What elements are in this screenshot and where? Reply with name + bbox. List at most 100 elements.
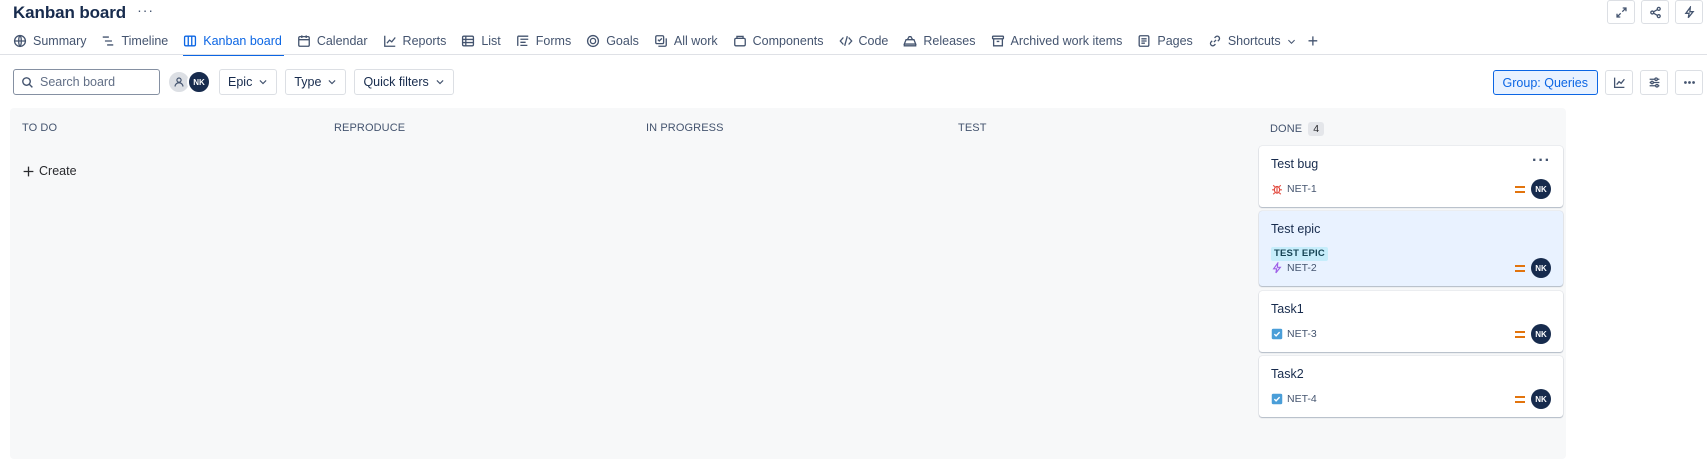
- tab-forms[interactable]: Forms: [516, 28, 571, 54]
- tab-label: Shortcuts: [1227, 34, 1281, 48]
- tab-all-work[interactable]: All work: [654, 28, 718, 54]
- components-icon: [733, 35, 746, 47]
- calendar-icon: [297, 35, 310, 47]
- tab-reports[interactable]: Reports: [383, 28, 447, 54]
- card-footer: NET-3 NK: [1271, 324, 1551, 344]
- assignee-filter: NK: [167, 70, 211, 94]
- group-by-button[interactable]: Group: Queries: [1492, 70, 1598, 95]
- tab-calendar[interactable]: Calendar: [297, 28, 368, 54]
- tab-label: Reports: [402, 34, 447, 48]
- tab-summary[interactable]: Summary: [13, 28, 86, 54]
- chevron-down-icon: [259, 80, 267, 85]
- chevron-down-icon: [328, 80, 336, 85]
- epic-filter-label: Epic: [228, 75, 253, 89]
- column-header: REPRODUCE: [334, 122, 405, 134]
- forms-icon: [516, 35, 529, 47]
- create-label: Create: [39, 164, 77, 178]
- tab-label: Pages: [1157, 34, 1193, 48]
- tab-pages[interactable]: Pages: [1137, 28, 1193, 54]
- search-input[interactable]: [40, 75, 150, 89]
- tab-label: Components: [752, 34, 824, 48]
- column-name: REPRODUCE: [334, 122, 406, 134]
- sliders-icon: [1649, 77, 1659, 88]
- tab-releases[interactable]: Releases: [903, 28, 976, 54]
- tab-label: Archived work items: [1010, 34, 1123, 48]
- tab-archived-work-items[interactable]: Archived work items: [991, 28, 1123, 54]
- tab-label: All work: [673, 34, 718, 48]
- card-net-1[interactable]: Test bug ··· NET-1 NK: [1259, 146, 1563, 207]
- card-title: Task2: [1271, 367, 1304, 381]
- chart-line-icon: [383, 35, 396, 47]
- create-button[interactable]: Create: [22, 164, 77, 178]
- chevron-down-icon: [436, 80, 444, 85]
- tab-goals[interactable]: Goals: [586, 28, 639, 54]
- more-actions-button[interactable]: ···: [137, 3, 154, 21]
- tab-components[interactable]: Components: [733, 28, 824, 54]
- avatar[interactable]: NK: [1531, 389, 1551, 409]
- tab-label: Goals: [606, 34, 639, 48]
- quick-filters-button[interactable]: Quick filters: [354, 69, 454, 95]
- avatar[interactable]: NK: [1531, 179, 1551, 199]
- tab-label: Calendar: [316, 34, 368, 48]
- tab-code[interactable]: Code: [838, 28, 889, 54]
- automation-button[interactable]: [1675, 0, 1703, 24]
- column-reproduce: REPRODUCE: [322, 108, 655, 459]
- search-board[interactable]: [13, 69, 160, 95]
- list-icon: [462, 35, 475, 47]
- all-work-icon: [654, 35, 667, 47]
- epic-lightning-icon: [1271, 262, 1283, 274]
- column-name: IN PROGRESS: [646, 122, 724, 134]
- expand-button[interactable]: [1607, 0, 1635, 24]
- column-name: DONE: [1270, 123, 1303, 135]
- bug-icon: [1271, 183, 1283, 195]
- avatar[interactable]: NK: [187, 70, 211, 94]
- archive-icon: [991, 35, 1004, 47]
- priority-medium-icon: [1515, 185, 1525, 193]
- card-more-button[interactable]: ···: [1532, 152, 1551, 170]
- pages-icon: [1138, 35, 1150, 47]
- column-test: TEST: [946, 108, 1279, 459]
- page-title: Kanban board: [13, 3, 127, 22]
- tab-list[interactable]: List: [461, 28, 501, 54]
- card-footer: NET-4 NK: [1271, 389, 1551, 409]
- avatar[interactable]: NK: [1531, 258, 1551, 278]
- tabs-divider: [0, 54, 1707, 55]
- insights-button[interactable]: [1605, 70, 1633, 95]
- work-item-key: NET-3: [1287, 328, 1317, 340]
- type-filter-label: Type: [294, 75, 322, 89]
- priority-medium-icon: [1515, 330, 1525, 338]
- task-checkbox-icon: [1271, 393, 1283, 405]
- tab-label: Forms: [535, 34, 572, 48]
- share-icon: [1649, 6, 1661, 18]
- epic-filter-button[interactable]: Epic: [219, 69, 278, 95]
- priority-medium-icon: [1515, 395, 1525, 403]
- view-settings-button[interactable]: [1640, 70, 1668, 95]
- tab-kanban-board[interactable]: Kanban board: [183, 28, 284, 56]
- task-checkbox-icon: [1271, 328, 1283, 340]
- type-filter-button[interactable]: Type: [285, 69, 347, 95]
- goals-icon: [587, 34, 600, 48]
- top-actions: [1607, 0, 1703, 24]
- person-icon: [174, 77, 184, 87]
- timeline-icon: [103, 36, 114, 46]
- tab-timeline[interactable]: Timeline: [101, 28, 168, 54]
- card-net-4[interactable]: Task2 NET-4 NK: [1259, 356, 1563, 417]
- work-item-key: NET-4: [1287, 393, 1317, 405]
- priority-medium-icon: [1515, 264, 1525, 272]
- card-net-2[interactable]: Test epic TEST EPIC NET-2 NK: [1259, 211, 1563, 286]
- column-header: DONE 4: [1270, 122, 1325, 136]
- more-icon: [1683, 81, 1695, 84]
- more-button[interactable]: [1675, 70, 1703, 95]
- card-net-3[interactable]: Task1 NET-3 NK: [1259, 291, 1563, 352]
- code-icon: [838, 36, 853, 46]
- add-tab-button[interactable]: +: [1308, 32, 1319, 50]
- work-item-key: NET-1: [1287, 183, 1317, 195]
- card-title: Test epic: [1271, 222, 1321, 236]
- work-item-key: NET-2: [1287, 262, 1317, 274]
- tab-label: Code: [858, 34, 889, 48]
- tab-shortcuts[interactable]: Shortcuts: [1208, 28, 1297, 54]
- tab-label: Summary: [33, 34, 87, 48]
- share-button[interactable]: [1641, 0, 1669, 24]
- avatar[interactable]: NK: [1531, 324, 1551, 344]
- project-tabs: Summary Timeline Kanban board Calendar R…: [13, 28, 1319, 56]
